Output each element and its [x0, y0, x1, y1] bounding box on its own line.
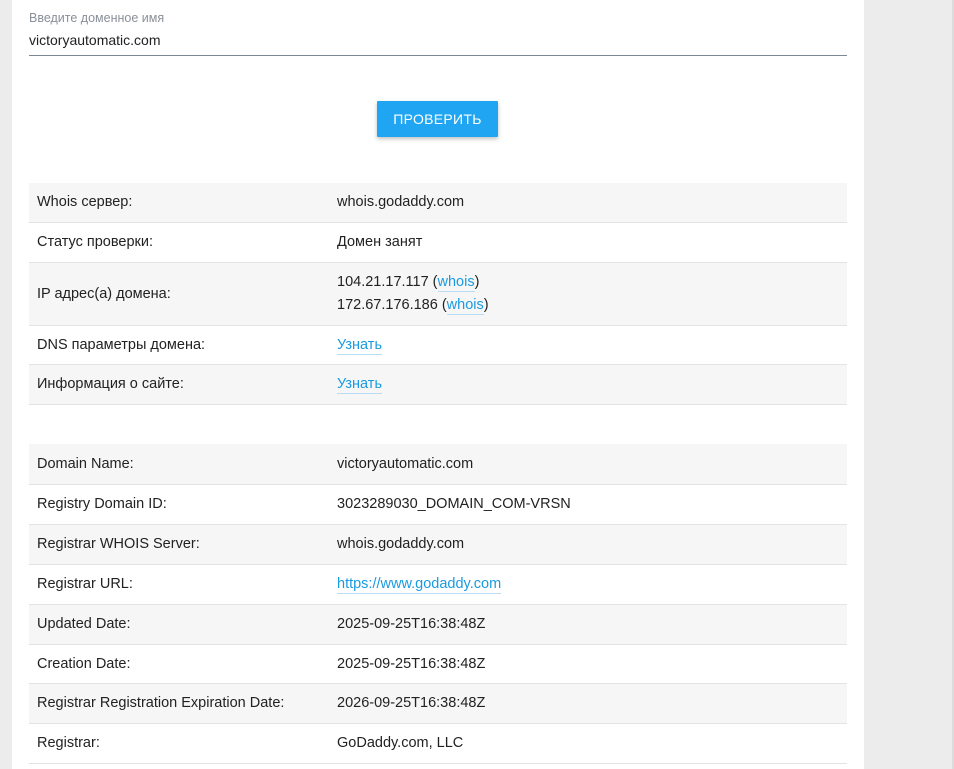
row-value: Домен занят	[329, 222, 847, 263]
ip-whois-link[interactable]: whois	[437, 273, 475, 292]
ip-whois-link[interactable]: whois	[446, 296, 484, 315]
row-key: Registrar:	[29, 723, 329, 764]
whois-table: Domain Name: victoryautomatic.com Regist…	[29, 444, 847, 764]
row-key: Whois сервер:	[29, 183, 329, 223]
row-key: Updated Date:	[29, 604, 329, 645]
row-key: Статус проверки:	[29, 222, 329, 263]
row-value: 2026-09-25T16:38:48Z	[329, 683, 847, 724]
row-value: victoryautomatic.com	[329, 444, 847, 485]
row-value: 2025-09-25T16:38:48Z	[329, 604, 847, 645]
ip-line: 172.67.176.186 (whois)	[337, 296, 489, 315]
site-info-link[interactable]: Узнать	[337, 376, 382, 394]
table-row: Информация о сайте: Узнать	[29, 364, 847, 405]
table-row: Registrar WHOIS Server: whois.godaddy.co…	[29, 524, 847, 565]
dns-lookup-link[interactable]: Узнать	[337, 336, 382, 355]
table-row: Creation Date: 2025-09-25T16:38:48Z	[29, 644, 847, 684]
table-row: DNS параметры домена: Узнать	[29, 325, 847, 365]
table-row: Domain Name: victoryautomatic.com	[29, 444, 847, 485]
row-key: Registry Domain ID:	[29, 484, 329, 525]
ip-list: 104.21.17.117 (whois) 172.67.176.186 (wh…	[329, 262, 847, 326]
content-card: Введите доменное имя ПРОВЕРИТЬ Whois сер…	[12, 0, 864, 769]
domain-field-label: Введите доменное имя	[29, 11, 165, 25]
row-value: Узнать	[329, 364, 847, 405]
row-key: Registrar Registration Expiration Date:	[29, 683, 329, 724]
row-key: Registrar URL:	[29, 564, 329, 605]
table-row: Статус проверки: Домен занят	[29, 222, 847, 263]
table-row: Registrar: GoDaddy.com, LLC	[29, 723, 847, 764]
table-row: Updated Date: 2025-09-25T16:38:48Z	[29, 604, 847, 645]
row-key: Информация о сайте:	[29, 364, 329, 405]
domain-field: Введите доменное имя	[29, 10, 847, 56]
page-gutter	[864, 0, 954, 769]
ip-address: 104.21.17.117	[337, 273, 429, 290]
domain-input[interactable]	[29, 26, 847, 56]
row-value: GoDaddy.com, LLC	[329, 723, 847, 764]
summary-table: Whois сервер: whois.godaddy.com Статус п…	[29, 183, 847, 405]
table-row: Registry Domain ID: 3023289030_DOMAIN_CO…	[29, 484, 847, 525]
row-key: IP адрес(а) домена:	[29, 262, 329, 326]
table-row: Whois сервер: whois.godaddy.com	[29, 183, 847, 223]
row-key: Registrar WHOIS Server:	[29, 524, 329, 565]
row-value: 2025-09-25T16:38:48Z	[329, 644, 847, 684]
row-value: https://www.godaddy.com	[329, 564, 847, 605]
row-key: DNS параметры домена:	[29, 325, 329, 365]
registrar-url-link[interactable]: https://www.godaddy.com	[337, 576, 502, 594]
row-value: whois.godaddy.com	[329, 524, 847, 565]
row-value: whois.godaddy.com	[329, 183, 847, 223]
check-button[interactable]: ПРОВЕРИТЬ	[377, 101, 498, 137]
row-value: 3023289030_DOMAIN_COM-VRSN	[329, 484, 847, 525]
ip-line: 104.21.17.117 (whois)	[337, 273, 480, 292]
ip-address: 172.67.176.186	[337, 296, 438, 313]
table-row: Registrar URL: https://www.godaddy.com	[29, 564, 847, 605]
table-row: IP адрес(а) домена: 104.21.17.117 (whois…	[29, 262, 847, 326]
row-value: Узнать	[329, 325, 847, 365]
table-row: Registrar Registration Expiration Date: …	[29, 683, 847, 724]
row-key: Creation Date:	[29, 644, 329, 684]
row-key: Domain Name:	[29, 444, 329, 485]
